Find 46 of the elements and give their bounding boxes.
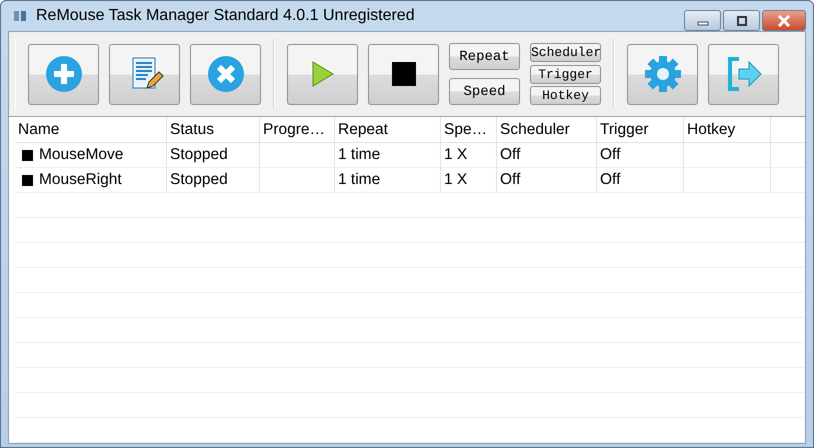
maximize-icon xyxy=(736,16,748,26)
task-icon xyxy=(22,174,33,186)
column-header[interactable]: Hotkey xyxy=(684,117,771,142)
table-cell: Off xyxy=(600,171,620,189)
window-title: ReMouse Task Manager Standard 4.0.1 Unregistered xyxy=(36,7,415,25)
option-button[interactable]: Hotkey xyxy=(530,86,601,105)
table-cell: Stopped xyxy=(170,171,228,189)
column-header[interactable]: Name xyxy=(15,117,167,142)
settings-button[interactable] xyxy=(627,44,698,104)
column-header[interactable]: Scheduler xyxy=(497,117,597,142)
table-cell: 1 time xyxy=(338,146,380,164)
close-icon xyxy=(777,14,791,26)
column-header[interactable]: Repeat xyxy=(335,117,441,142)
column-header[interactable]: Trigger xyxy=(597,117,684,142)
task-icon xyxy=(22,150,33,160)
minimize-button[interactable] xyxy=(684,10,721,31)
column-header[interactable]: Spe… xyxy=(441,117,497,142)
maximize-button[interactable] xyxy=(723,10,760,31)
table-cell[interactable]: MouseMove xyxy=(39,146,124,164)
column-header[interactable]: Progre… xyxy=(260,117,335,142)
option-button[interactable]: Repeat xyxy=(449,43,520,70)
delete-button[interactable] xyxy=(190,44,261,104)
table-cell: Stopped xyxy=(170,146,228,164)
close-button[interactable] xyxy=(762,10,806,31)
option-button[interactable]: Scheduler xyxy=(530,43,601,62)
table-cell: Off xyxy=(500,146,520,164)
option-button[interactable]: Trigger xyxy=(530,64,601,84)
table-cell: Off xyxy=(500,171,520,189)
play-button[interactable] xyxy=(287,44,358,104)
plus-icon xyxy=(44,54,84,94)
table-cell: 1 time xyxy=(338,171,380,189)
edit-button[interactable] xyxy=(109,44,180,104)
play-icon xyxy=(310,60,336,88)
cross-circle-icon xyxy=(206,54,246,94)
table-cell[interactable]: MouseRight xyxy=(39,171,122,189)
table-cell: 1 X xyxy=(444,146,468,164)
exit-button[interactable] xyxy=(708,44,779,104)
option-button[interactable]: Speed xyxy=(449,78,520,105)
settings-icon xyxy=(644,55,682,93)
app-icon xyxy=(12,8,28,24)
stop-icon xyxy=(392,62,416,86)
table-cell: 1 X xyxy=(444,171,468,189)
column-header[interactable]: Status xyxy=(167,117,260,142)
add-button[interactable] xyxy=(28,44,99,104)
table-cell: Off xyxy=(600,146,620,164)
stop-button[interactable] xyxy=(368,44,439,104)
